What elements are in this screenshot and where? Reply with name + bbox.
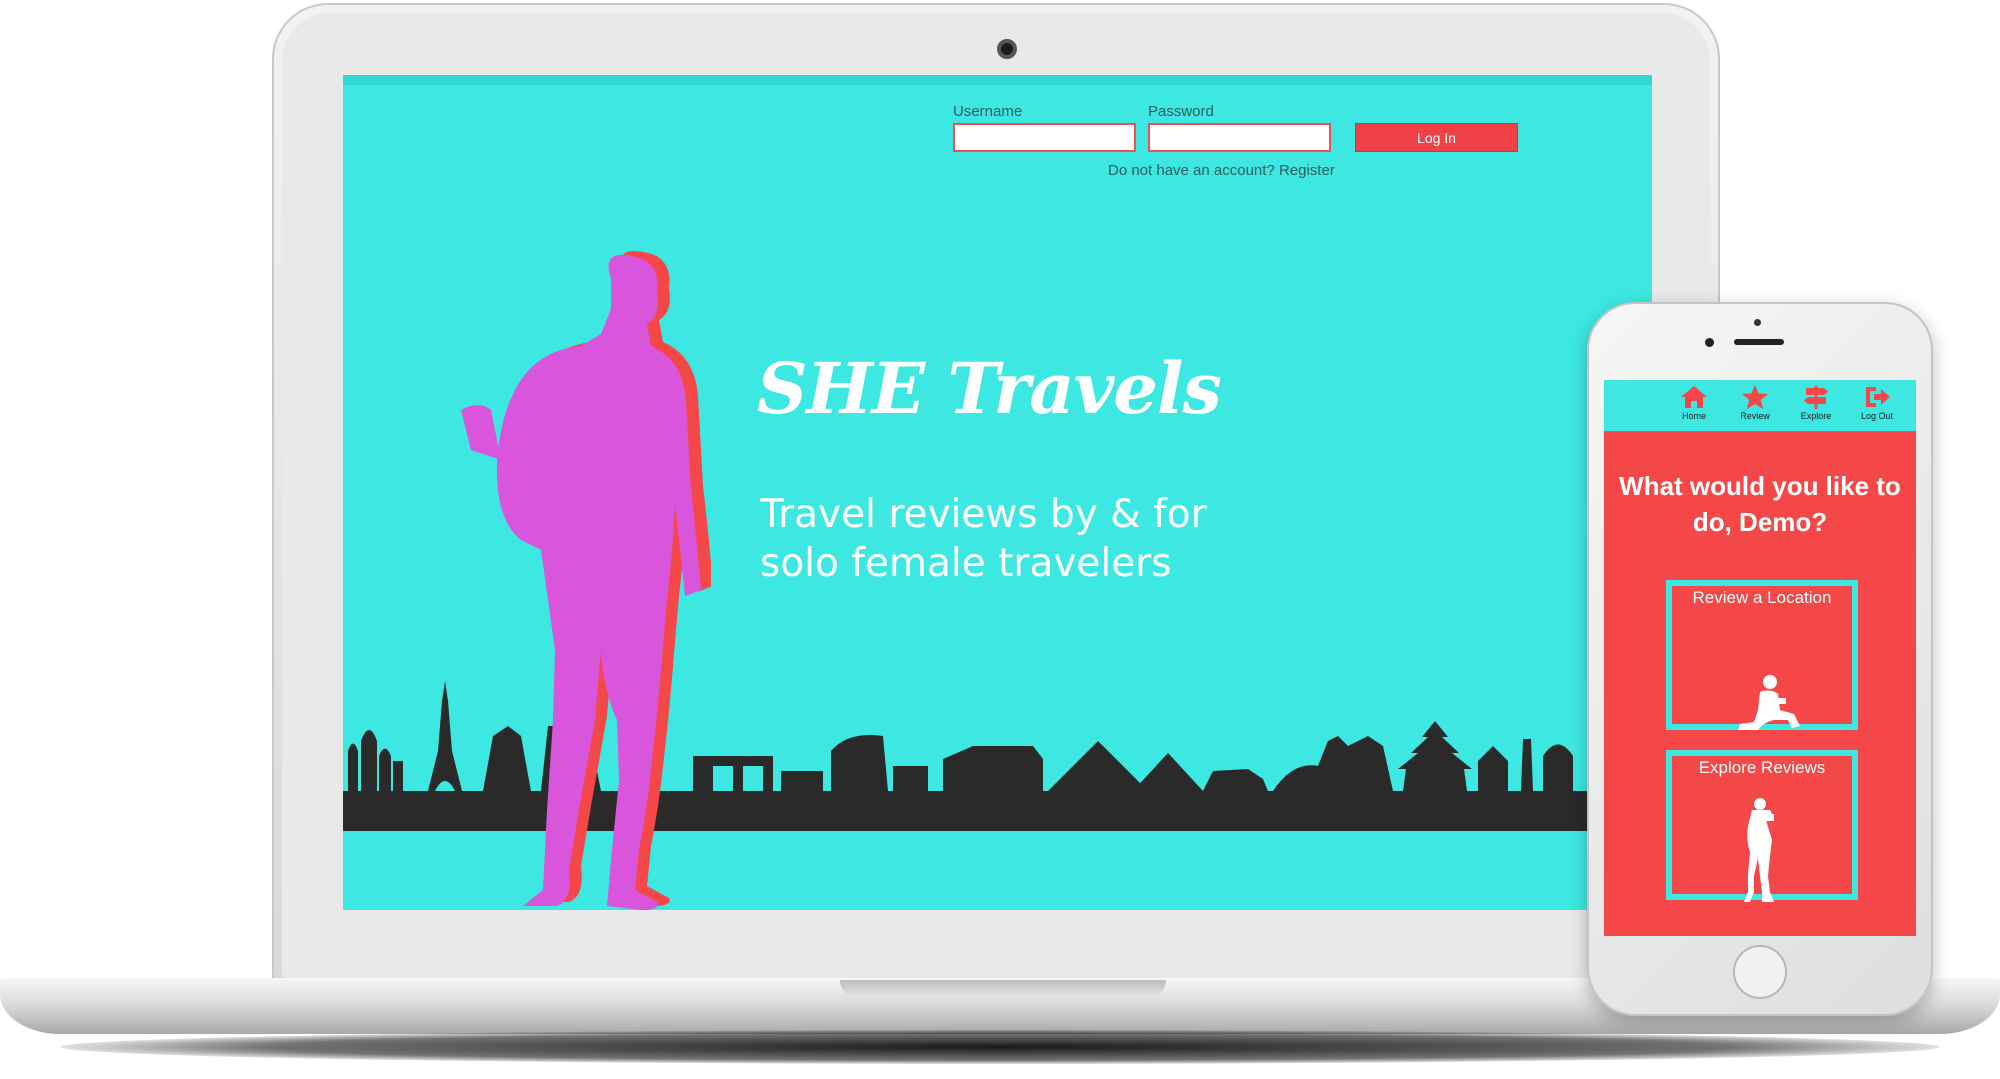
backpacker-silhouette-icon [461,251,711,910]
screen-top-bar [343,75,1652,85]
phone-home-button[interactable] [1733,945,1787,999]
brand-title: SHE Travels [757,347,1222,430]
explore-reviews-card[interactable]: Explore Reviews [1666,750,1858,902]
register-link[interactable]: Do not have an account? Register [1108,162,1335,179]
hero-tagline: Travel reviews by & for solo female trav… [760,492,1207,586]
nav-label: Log Out [1860,411,1894,421]
username-input[interactable] [953,123,1136,152]
desktop-screen: Username Password Log In Do not have an … [343,75,1652,910]
nav-label: Home [1681,411,1706,421]
nav-label: Explore [1800,411,1832,421]
laptop-notch [840,980,1166,998]
phone-sensor-icon [1754,319,1761,326]
photographer-traveler-icon [1744,798,1774,902]
sitting-traveler-icon [1738,675,1800,730]
home-icon [1681,386,1707,408]
card-label: Explore Reviews [1698,758,1826,777]
phone-camera-icon [1705,338,1714,347]
card-label: Review a Location [1692,588,1832,607]
nav-item-explore[interactable]: Explore [1786,382,1846,430]
review-location-card[interactable]: Review a Location [1666,580,1858,730]
laptop-shadow [60,1030,1940,1064]
username-label: Username [953,103,1023,120]
phone-speaker-icon [1734,339,1784,345]
signpost-icon [1804,386,1828,409]
nav-label: Review [1740,411,1770,421]
nav-item-home[interactable]: Home [1664,382,1724,430]
mobile-screen: Home Review Explore Log Out What would y… [1604,380,1916,936]
mobile-nav-bar: Home Review Explore Log Out [1604,380,1916,431]
logout-icon [1866,387,1890,407]
star-icon [1742,385,1768,409]
password-input[interactable] [1148,123,1331,152]
password-label: Password [1148,103,1214,120]
mobile-heading: What would you like to do, Demo? [1619,471,1901,537]
nav-item-review[interactable]: Review [1725,382,1785,430]
login-button[interactable]: Log In [1355,123,1518,152]
laptop-camera-icon [997,39,1017,59]
nav-item-logout[interactable]: Log Out [1847,382,1907,430]
